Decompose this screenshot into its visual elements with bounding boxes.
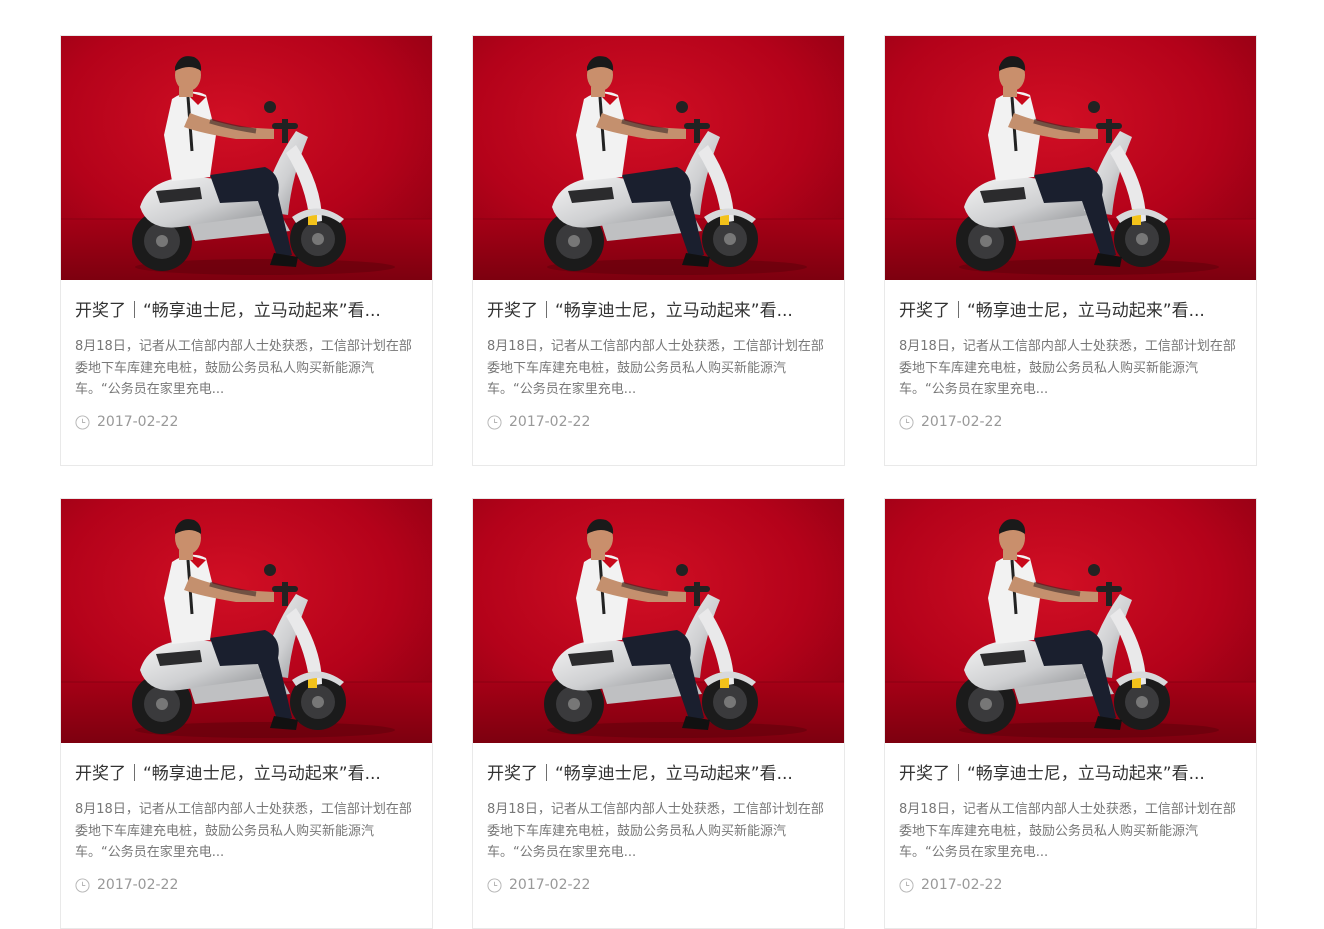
article-card[interactable]: 开奖了｜“畅享迪士尼，立马动起来”看... 8月18日，记者从工信部内部人士处获… bbox=[884, 35, 1257, 466]
article-thumbnail[interactable] bbox=[60, 35, 433, 280]
article-date: 2017-02-22 bbox=[97, 877, 179, 893]
article-thumbnail[interactable] bbox=[60, 498, 433, 743]
article-card[interactable]: 开奖了｜“畅享迪士尼，立马动起来”看... 8月18日，记者从工信部内部人士处获… bbox=[60, 498, 433, 929]
clock-icon bbox=[75, 415, 90, 430]
article-summary: 8月18日，记者从工信部内部人士处获悉，工信部计划在部委地下车库建充电桩，鼓励公… bbox=[487, 339, 824, 397]
article-thumbnail[interactable] bbox=[884, 35, 1257, 280]
article-body: 开奖了｜“畅享迪士尼，立马动起来”看... 8月18日，记者从工信部内部人士处获… bbox=[61, 762, 432, 893]
article-summary: 8月18日，记者从工信部内部人士处获悉，工信部计划在部委地下车库建充电桩，鼓励公… bbox=[487, 802, 824, 860]
article-body: 开奖了｜“畅享迪士尼，立马动起来”看... 8月18日，记者从工信部内部人士处获… bbox=[473, 299, 844, 430]
article-date: 2017-02-22 bbox=[509, 877, 591, 893]
clock-icon bbox=[75, 878, 90, 893]
article-meta: 2017-02-22 bbox=[487, 877, 830, 893]
clock-icon bbox=[487, 878, 502, 893]
article-card[interactable]: 开奖了｜“畅享迪士尼，立马动起来”看... 8月18日，记者从工信部内部人士处获… bbox=[472, 498, 845, 929]
article-title[interactable]: 开奖了｜“畅享迪士尼，立马动起来”看... bbox=[487, 762, 830, 786]
article-title[interactable]: 开奖了｜“畅享迪士尼，立马动起来”看... bbox=[899, 299, 1242, 323]
article-title[interactable]: 开奖了｜“畅享迪士尼，立马动起来”看... bbox=[899, 762, 1242, 786]
article-thumbnail[interactable] bbox=[472, 35, 845, 280]
article-thumbnail[interactable] bbox=[884, 498, 1257, 743]
clock-icon bbox=[487, 415, 502, 430]
article-date: 2017-02-22 bbox=[921, 414, 1003, 430]
article-title[interactable]: 开奖了｜“畅享迪士尼，立马动起来”看... bbox=[487, 299, 830, 323]
article-title[interactable]: 开奖了｜“畅享迪士尼，立马动起来”看... bbox=[75, 762, 418, 786]
clock-icon bbox=[899, 415, 914, 430]
article-meta: 2017-02-22 bbox=[75, 877, 418, 893]
article-title[interactable]: 开奖了｜“畅享迪士尼，立马动起来”看... bbox=[75, 299, 418, 323]
article-card[interactable]: 开奖了｜“畅享迪士尼，立马动起来”看... 8月18日，记者从工信部内部人士处获… bbox=[472, 35, 845, 466]
article-date: 2017-02-22 bbox=[921, 877, 1003, 893]
article-meta: 2017-02-22 bbox=[899, 414, 1242, 430]
article-meta: 2017-02-22 bbox=[75, 414, 418, 430]
article-summary: 8月18日，记者从工信部内部人士处获悉，工信部计划在部委地下车库建充电桩，鼓励公… bbox=[75, 802, 412, 860]
article-body: 开奖了｜“畅享迪士尼，立马动起来”看... 8月18日，记者从工信部内部人士处获… bbox=[473, 762, 844, 893]
article-body: 开奖了｜“畅享迪士尼，立马动起来”看... 8月18日，记者从工信部内部人士处获… bbox=[885, 762, 1256, 893]
article-summary: 8月18日，记者从工信部内部人士处获悉，工信部计划在部委地下车库建充电桩，鼓励公… bbox=[75, 339, 412, 397]
article-summary: 8月18日，记者从工信部内部人士处获悉，工信部计划在部委地下车库建充电桩，鼓励公… bbox=[899, 339, 1236, 397]
article-summary: 8月18日，记者从工信部内部人士处获悉，工信部计划在部委地下车库建充电桩，鼓励公… bbox=[899, 802, 1236, 860]
article-thumbnail[interactable] bbox=[472, 498, 845, 743]
article-meta: 2017-02-22 bbox=[487, 414, 830, 430]
article-date: 2017-02-22 bbox=[97, 414, 179, 430]
article-date: 2017-02-22 bbox=[509, 414, 591, 430]
clock-icon bbox=[899, 878, 914, 893]
article-body: 开奖了｜“畅享迪士尼，立马动起来”看... 8月18日，记者从工信部内部人士处获… bbox=[885, 299, 1256, 430]
article-card[interactable]: 开奖了｜“畅享迪士尼，立马动起来”看... 8月18日，记者从工信部内部人士处获… bbox=[60, 35, 433, 466]
article-card[interactable]: 开奖了｜“畅享迪士尼，立马动起来”看... 8月18日，记者从工信部内部人士处获… bbox=[884, 498, 1257, 929]
article-body: 开奖了｜“畅享迪士尼，立马动起来”看... 8月18日，记者从工信部内部人士处获… bbox=[61, 299, 432, 430]
article-grid: 开奖了｜“畅享迪士尼，立马动起来”看... 8月18日，记者从工信部内部人士处获… bbox=[60, 35, 1257, 929]
article-meta: 2017-02-22 bbox=[899, 877, 1242, 893]
